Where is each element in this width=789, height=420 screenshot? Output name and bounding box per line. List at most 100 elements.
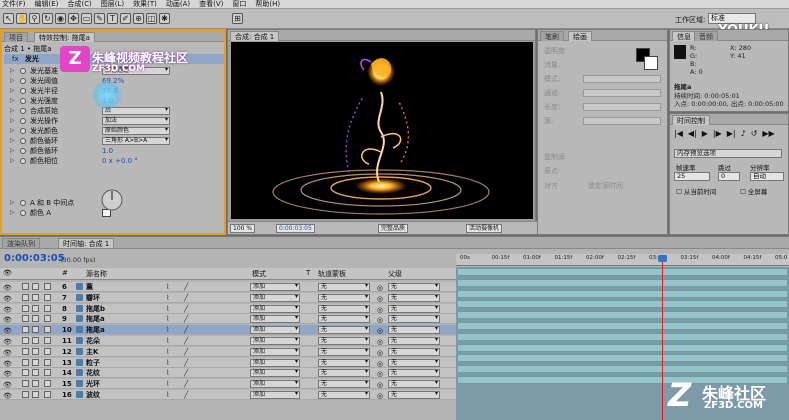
stopwatch-icon[interactable] <box>20 158 26 164</box>
effect-switch-icon[interactable]: ╱ <box>184 325 188 335</box>
property-dropdown[interactable]: 三角形 A>B>A <box>102 137 170 145</box>
solo-toggle[interactable] <box>22 347 29 355</box>
blend-mode-select[interactable]: 添加 <box>250 337 300 345</box>
menu-item-0[interactable]: 文件(F) <box>2 0 26 9</box>
stopwatch-icon[interactable] <box>20 210 26 216</box>
lock-toggle[interactable] <box>32 380 39 388</box>
property-value[interactable]: 1.0 <box>102 146 113 156</box>
menu-item-8[interactable]: 帮助(H) <box>255 0 280 9</box>
skip-input[interactable]: 0 <box>718 172 740 181</box>
parent-select[interactable]: 无 <box>388 380 440 389</box>
property-value[interactable]: 0 x +0.0 ° <box>102 156 138 166</box>
layer-row[interactable]: 👁 8 拖尾b ⌇ ╱ 添加 无 ◎ 无 <box>0 303 456 314</box>
menu-item-4[interactable]: 效果(T) <box>133 0 157 9</box>
camera-select[interactable]: 活动摄像机 <box>466 224 503 233</box>
parent-select[interactable]: 无 <box>388 358 440 367</box>
tab-timeline[interactable]: 时间轴: 合成 1 <box>58 238 115 248</box>
stopwatch-icon[interactable] <box>20 108 26 114</box>
effect-property-row[interactable]: ▷ 发光操作 加法 <box>2 116 224 126</box>
track-matte-select[interactable]: 无 <box>318 391 370 399</box>
blend-mode-select[interactable]: 添加 <box>250 293 300 302</box>
parent-select[interactable]: 无 <box>388 293 440 302</box>
paint-property-field[interactable] <box>583 75 661 83</box>
parent-pickwhip-icon[interactable]: ◎ <box>377 391 383 401</box>
shy-switch-icon[interactable]: ⌇ <box>166 347 169 357</box>
effect-property-row[interactable]: ▷ 颜色循环 三角形 A>B>A <box>2 136 224 146</box>
visibility-eye-icon[interactable]: 👁 <box>3 283 12 293</box>
layer-duration-bar[interactable] <box>457 322 788 330</box>
loop-icon[interactable]: ↺ <box>751 129 758 138</box>
layer-row[interactable]: 👁 6 薰 ⌇ ╱ 添加 无 ◎ 无 <box>0 282 456 292</box>
layer-duration-bar[interactable] <box>457 289 788 298</box>
lock-toggle[interactable] <box>32 304 39 312</box>
shy-switch-icon[interactable]: ⌇ <box>166 325 169 335</box>
tab-brushes[interactable]: 笔刷 <box>540 31 564 41</box>
tab-info[interactable]: 信息 <box>672 31 696 41</box>
tab-composition[interactable]: 合成: 合成 1 <box>230 31 280 41</box>
composition-viewer[interactable] <box>231 42 533 219</box>
layer-name[interactable]: 拖尾b <box>86 304 105 314</box>
parent-pickwhip-icon[interactable]: ◎ <box>377 283 383 293</box>
layer-name[interactable]: 光环 <box>86 379 100 389</box>
label-color-chip[interactable] <box>44 358 51 366</box>
label-color-chip[interactable] <box>44 283 51 290</box>
expand-triangle-icon[interactable]: ▷ <box>10 136 15 146</box>
current-time-indicator[interactable] <box>662 258 664 420</box>
label-color-chip[interactable] <box>44 315 51 323</box>
hand-tool-icon[interactable]: ✋ <box>16 13 27 24</box>
layer-duration-bar[interactable] <box>457 354 788 363</box>
solo-toggle[interactable] <box>22 369 29 377</box>
phase-dial-icon[interactable] <box>100 188 124 212</box>
time-ruler[interactable]: 00s00:15f01:00f01:15f02:00f02:15f03:00f0… <box>456 254 789 266</box>
background-color-swatch[interactable] <box>644 56 658 70</box>
puppet-tool-icon[interactable]: ✱ <box>159 13 170 24</box>
layer-row[interactable]: 👁 14 花纹 ⌇ ╱ 添加 无 ◎ 无 <box>0 368 456 379</box>
last-frame-icon[interactable]: ▶| <box>727 129 736 138</box>
track-matte-select[interactable]: 无 <box>318 283 370 291</box>
shy-switch-icon[interactable]: ⌇ <box>166 390 169 400</box>
stopwatch-icon[interactable] <box>20 118 26 124</box>
solo-toggle[interactable] <box>22 326 29 334</box>
stopwatch-icon[interactable] <box>20 88 26 94</box>
frame-rate-select[interactable]: 25 <box>674 172 710 181</box>
layer-name[interactable]: 花朵 <box>86 336 100 346</box>
blend-mode-select[interactable]: 添加 <box>250 347 300 356</box>
pan-behind-tool-icon[interactable]: ✥ <box>68 13 79 24</box>
solo-toggle[interactable] <box>22 283 29 290</box>
effect-switch-icon[interactable]: ╱ <box>184 336 188 346</box>
effect-switch-icon[interactable]: ╱ <box>184 314 188 324</box>
paint-property-field[interactable] <box>583 89 661 97</box>
solo-toggle[interactable] <box>22 358 29 366</box>
stopwatch-icon[interactable] <box>20 98 26 104</box>
visibility-eye-icon[interactable]: 👁 <box>3 294 12 304</box>
lock-toggle[interactable] <box>32 283 39 290</box>
stopwatch-icon[interactable] <box>20 78 26 84</box>
tab-render-queue[interactable]: 渲染队列 <box>2 238 40 248</box>
shy-switch-icon[interactable]: ⌇ <box>166 304 169 314</box>
selection-tool-icon[interactable]: ↖ <box>3 13 14 24</box>
label-color-chip[interactable] <box>44 293 51 301</box>
lock-toggle[interactable] <box>32 315 39 323</box>
menu-item-7[interactable]: 窗口 <box>232 0 246 9</box>
menu-item-2[interactable]: 合成(C) <box>67 0 91 9</box>
clone-tool-icon[interactable]: ⊕ <box>133 13 144 24</box>
effect-switch-icon[interactable]: ╱ <box>184 304 188 314</box>
rotate-tool-icon[interactable]: ↻ <box>42 13 53 24</box>
menu-item-1[interactable]: 编辑(E) <box>35 0 59 9</box>
blend-mode-select[interactable]: 添加 <box>250 315 300 324</box>
expand-triangle-icon[interactable]: ▷ <box>10 76 15 86</box>
expand-triangle-icon[interactable]: ▷ <box>10 66 15 76</box>
effect-property-row[interactable]: ▷ 发光颜色 原始颜色 <box>2 126 224 136</box>
resolution-select[interactable]: 自动 <box>750 172 784 181</box>
parent-pickwhip-icon[interactable]: ◎ <box>377 315 383 325</box>
track-matte-select[interactable]: 无 <box>318 358 370 367</box>
lock-toggle[interactable] <box>32 358 39 366</box>
prev-frame-icon[interactable]: ◀| <box>688 129 697 138</box>
layer-name[interactable]: 拖尾a <box>86 314 105 324</box>
visibility-eye-icon[interactable]: 👁 <box>3 369 12 379</box>
brush-tool-icon[interactable]: ✐ <box>120 13 131 24</box>
layer-name[interactable]: 主K <box>86 347 98 357</box>
layer-row[interactable]: 👁 7 瓣环 ⌇ ╱ 添加 无 ◎ 无 <box>0 292 456 304</box>
layer-row[interactable]: 👁 13 粒子 ⌇ ╱ 添加 无 ◎ 无 <box>0 357 456 368</box>
lock-toggle[interactable] <box>32 293 39 301</box>
